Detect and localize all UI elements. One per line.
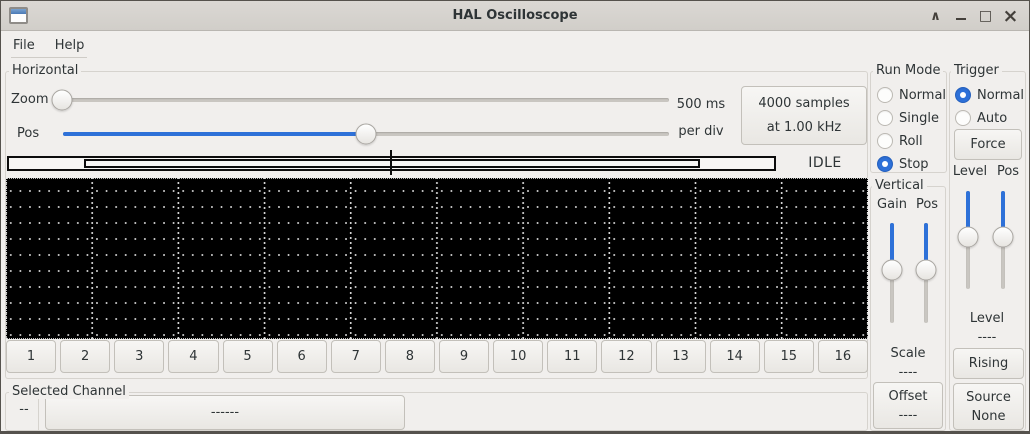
- zoom-slider[interactable]: [56, 89, 669, 110]
- zoom-slider-label: Zoom: [11, 92, 53, 107]
- trigger-level-slider-knob[interactable]: [957, 227, 978, 248]
- radio-icon: [877, 156, 893, 172]
- close-button[interactable]: ×: [998, 3, 1023, 29]
- channel-button[interactable]: 13: [656, 340, 706, 373]
- trigger-pos-slider[interactable]: [992, 191, 1013, 289]
- horizontal-group-label: Horizontal: [9, 64, 81, 78]
- vpos-slider[interactable]: [915, 223, 936, 323]
- trigger-level-slider[interactable]: [957, 191, 978, 289]
- source-button-line2: None: [972, 407, 1006, 426]
- radio-icon: [955, 87, 971, 103]
- run-mode-label: Run Mode: [873, 64, 943, 78]
- channel-button[interactable]: 12: [601, 340, 651, 373]
- samples-line2: at 1.00 kHz: [767, 116, 841, 140]
- offset-button[interactable]: Offset ----: [873, 382, 943, 429]
- scope-display[interactable]: [6, 178, 868, 339]
- radio-label: Normal: [977, 88, 1024, 103]
- selected-channel-indicator: --: [11, 402, 37, 417]
- trigger-level-slider-label: Level: [949, 164, 991, 179]
- channel-button[interactable]: 11: [547, 340, 597, 373]
- vpos-slider-knob[interactable]: [915, 260, 936, 281]
- trigger-level-value: ----: [950, 330, 1024, 345]
- trigger-label: Trigger: [951, 64, 1002, 78]
- channel-button[interactable]: 14: [710, 340, 760, 373]
- samples-line1: 4000 samples: [758, 92, 849, 116]
- radio-icon: [955, 110, 971, 126]
- gain-slider[interactable]: [881, 223, 902, 323]
- samples-button[interactable]: 4000 samples at 1.00 kHz: [741, 86, 867, 145]
- scale-caption: Scale: [871, 346, 945, 361]
- channel-button[interactable]: 15: [764, 340, 814, 373]
- source-button-line1: Source: [966, 388, 1011, 407]
- radio-label: Roll: [899, 134, 923, 149]
- app-window: HAL Oscilloscope ∧ □ × FileHelp Horizont…: [0, 0, 1030, 434]
- radio-icon: [877, 110, 893, 126]
- channel-button-row: 12345678910111213141516: [6, 340, 868, 373]
- trigger-option[interactable]: Normal: [955, 85, 1024, 105]
- record-view-cursor[interactable]: [390, 150, 392, 175]
- radio-icon: [877, 87, 893, 103]
- force-button[interactable]: Force: [954, 129, 1022, 160]
- channel-button[interactable]: 6: [277, 340, 327, 373]
- menubar: FileHelp: [3, 32, 94, 58]
- trigger-level-caption: Level: [950, 311, 1024, 326]
- zoom-slider-knob[interactable]: [52, 89, 73, 110]
- selected-channel-label: Selected Channel: [9, 385, 129, 399]
- source-button[interactable]: Source None: [953, 383, 1024, 430]
- pos-slider-label: Pos: [17, 126, 53, 141]
- channel-button[interactable]: 1: [6, 340, 56, 373]
- trigger-pos-slider-label: Pos: [992, 164, 1024, 179]
- menu-item[interactable]: Help: [45, 34, 95, 57]
- hpos-slider-knob[interactable]: [356, 123, 377, 144]
- offset-button-line1: Offset: [888, 387, 927, 406]
- zoom-slider-track[interactable]: [56, 98, 669, 102]
- vpos-slider-label: Pos: [911, 197, 943, 212]
- window-title: HAL Oscilloscope: [1, 8, 1029, 23]
- run-mode-option[interactable]: Roll: [877, 131, 923, 151]
- menu-separator: [11, 57, 87, 58]
- shade-button[interactable]: ∧: [923, 3, 948, 29]
- gain-slider-knob[interactable]: [881, 260, 902, 281]
- gain-slider-label: Gain: [873, 197, 911, 212]
- acquisition-status: IDLE: [787, 155, 863, 171]
- maximize-button[interactable]: □: [973, 3, 998, 29]
- channel-button[interactable]: 4: [168, 340, 218, 373]
- run-mode-option[interactable]: Normal: [877, 85, 946, 105]
- trigger-pos-slider-knob[interactable]: [992, 227, 1013, 248]
- radio-label: Single: [899, 111, 939, 126]
- scale-value: ----: [871, 365, 945, 380]
- slope-button[interactable]: Rising: [953, 348, 1024, 379]
- run-mode-option[interactable]: Single: [877, 108, 939, 128]
- minimize-button[interactable]: [948, 3, 973, 29]
- offset-button-line2: ----: [899, 406, 918, 425]
- channel-button[interactable]: 8: [385, 340, 435, 373]
- minimize-icon: [956, 18, 966, 20]
- channel-button[interactable]: 5: [223, 340, 273, 373]
- per-div-readout: 500 ms per div: [669, 91, 733, 145]
- menu-item[interactable]: File: [3, 34, 45, 57]
- per-div-line1: 500 ms: [669, 91, 733, 118]
- channel-button[interactable]: 3: [114, 340, 164, 373]
- trigger-option[interactable]: Auto: [955, 108, 1007, 128]
- hpos-slider-fill: [63, 132, 366, 136]
- hpos-slider[interactable]: [63, 123, 669, 144]
- radio-label: Stop: [899, 157, 929, 172]
- channel-button[interactable]: 2: [60, 340, 110, 373]
- channel-button[interactable]: 16: [818, 340, 868, 373]
- selected-channel-name-button[interactable]: ------: [45, 395, 405, 430]
- titlebar[interactable]: HAL Oscilloscope ∧ □ ×: [1, 1, 1029, 31]
- radio-label: Normal: [899, 88, 946, 103]
- channel-button[interactable]: 7: [331, 340, 381, 373]
- selected-channel-separator: [38, 396, 39, 430]
- channel-button[interactable]: 9: [439, 340, 489, 373]
- channel-button[interactable]: 10: [493, 340, 543, 373]
- run-mode-option[interactable]: Stop: [877, 154, 929, 174]
- per-div-line2: per div: [669, 118, 733, 145]
- record-view-region[interactable]: [84, 159, 700, 168]
- radio-icon: [877, 133, 893, 149]
- window-controls: ∧ □ ×: [923, 1, 1023, 31]
- radio-label: Auto: [977, 111, 1007, 126]
- vertical-label: Vertical: [872, 179, 927, 193]
